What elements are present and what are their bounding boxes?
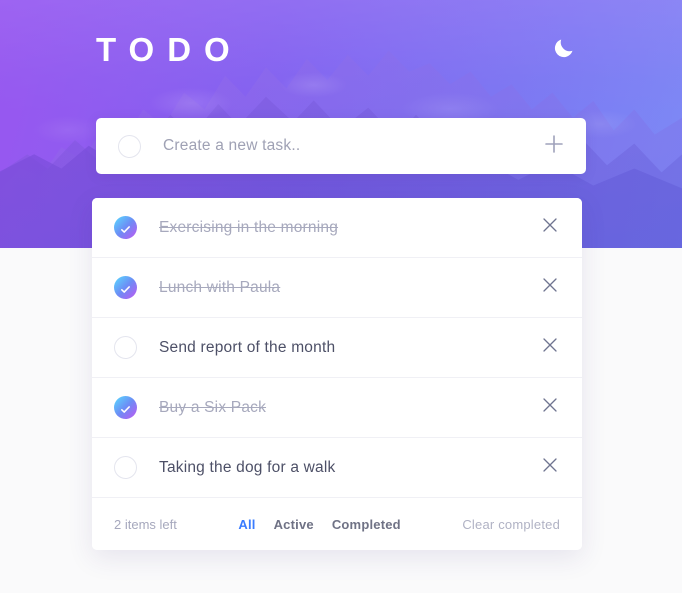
close-icon [539,394,561,421]
header-content: TODO [96,0,586,66]
task-checkbox-checked[interactable] [114,276,137,299]
plus-icon [542,132,566,161]
delete-task-button[interactable] [530,448,570,488]
close-icon [539,214,561,241]
theme-toggle-button[interactable] [548,32,582,66]
delete-task-button[interactable] [530,268,570,308]
table-row[interactable]: Exercising in the morning [92,198,582,258]
table-row[interactable]: Taking the dog for a walk [92,438,582,498]
new-task-input[interactable]: Create a new task.. [163,137,534,155]
task-label[interactable]: Exercising in the morning [159,219,530,237]
task-checkbox-unchecked[interactable] [114,336,137,359]
items-left-count: 2 items left [114,516,177,532]
task-checkbox-checked[interactable] [114,396,137,419]
clear-completed-button[interactable]: Clear completed [462,517,560,532]
table-row[interactable]: Lunch with Paula [92,258,582,318]
task-list-card: Exercising in the morning Lunch with Pau… [92,198,582,550]
new-task-card[interactable]: Create a new task.. [96,118,586,174]
close-icon [539,334,561,361]
task-label[interactable]: Buy a Six Pack [159,399,530,417]
filter-all[interactable]: All [238,517,255,532]
moon-icon [552,34,578,65]
app-title: TODO [96,30,243,68]
filter-completed[interactable]: Completed [332,517,401,532]
delete-task-button[interactable] [530,208,570,248]
filter-active[interactable]: Active [274,517,314,532]
close-icon [539,274,561,301]
task-label[interactable]: Taking the dog for a walk [159,459,530,477]
delete-task-button[interactable] [530,328,570,368]
list-footer: 2 items left All Active Completed Clear … [92,498,582,550]
table-row[interactable]: Send report of the month [92,318,582,378]
close-icon [539,454,561,481]
task-checkbox-unchecked[interactable] [114,456,137,479]
task-label[interactable]: Send report of the month [159,339,530,357]
check-icon [120,402,131,413]
filter-group: All Active Completed [177,517,462,532]
task-checkbox-checked[interactable] [114,216,137,239]
empty-circle-icon[interactable] [118,134,141,158]
delete-task-button[interactable] [530,388,570,428]
add-task-button[interactable] [534,126,574,166]
check-icon [120,222,131,233]
check-icon [120,282,131,293]
task-label[interactable]: Lunch with Paula [159,279,530,297]
table-row[interactable]: Buy a Six Pack [92,378,582,438]
